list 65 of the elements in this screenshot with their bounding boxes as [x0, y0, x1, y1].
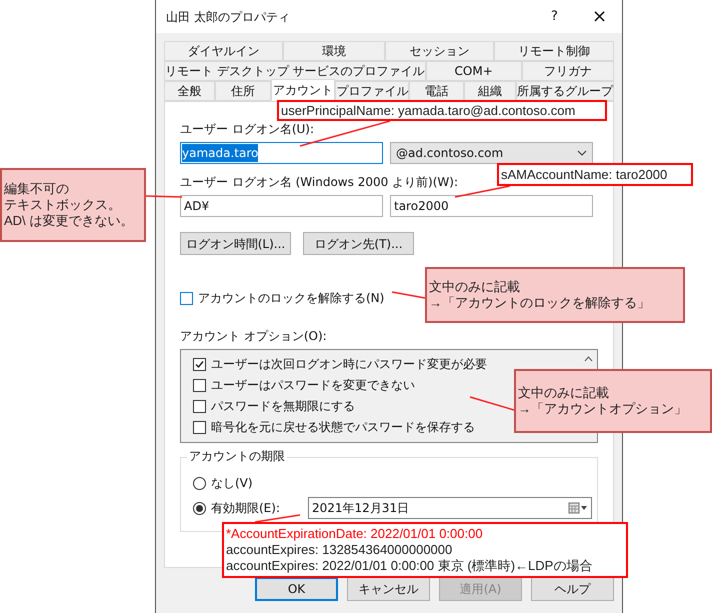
checkbox-label: ユーザーは次回ログオン時にパスワード変更が必要	[211, 357, 487, 371]
input-field[interactable]: taro2000	[390, 195, 593, 217]
annotation-text: 編集不可の	[4, 181, 69, 197]
radio-button[interactable]	[193, 502, 206, 514]
tab[interactable]: アカウント	[270, 79, 336, 101]
annotation-text: →「アカウントのロックを解除する」	[429, 295, 650, 311]
selected-text: yamada.taro	[182, 144, 258, 162]
tab[interactable]: リモート デスクトップ サービスのプロファイル	[164, 61, 426, 81]
tab[interactable]: 所属するグループ	[516, 81, 614, 101]
tab[interactable]: 組織	[464, 81, 516, 101]
dialog-button[interactable]: OK	[255, 577, 338, 601]
annotation-text: accountExpires: 2022/01/01 0:00:00 東京 (標準時)←LDPの場合	[226, 558, 592, 574]
tab[interactable]: フリガナ	[522, 61, 614, 81]
logon-button[interactable]: ログオン時間(L)...	[180, 232, 291, 255]
checkbox-label: パスワードを無期限にする	[211, 399, 355, 413]
leader-line	[146, 195, 182, 198]
dialog-button[interactable]: ヘルプ	[531, 577, 614, 601]
logon-button[interactable]: ログオン先(T)...	[303, 232, 414, 255]
radio-button[interactable]	[193, 476, 206, 490]
tab[interactable]: 住所	[215, 81, 271, 101]
checkbox-label: 暗号化を元に戻せる状態でパスワードを保存する	[211, 420, 475, 434]
annotation-text: userPrincipalName: yamada.taro@ad.contoso.com	[281, 102, 576, 118]
annotation-text: 文中のみに記載	[518, 385, 609, 401]
tab[interactable]: リモート制御	[494, 41, 614, 61]
annotation-text: accountExpires: 132854364000000000	[226, 542, 452, 558]
radio-label: なし(V)	[211, 475, 254, 492]
checkbox[interactable]	[193, 420, 206, 434]
tab[interactable]: ダイヤルイン	[164, 41, 284, 61]
close-button[interactable]: ×	[577, 0, 622, 33]
tab[interactable]: セッション	[384, 41, 494, 61]
checkbox[interactable]	[193, 400, 206, 412]
scroll-up-icon[interactable]	[584, 356, 593, 362]
field-label: ユーザー ログオン名 (Windows 2000 より前)(W):	[180, 175, 458, 190]
input-field: AD¥	[180, 195, 383, 217]
annotation-text: 文中のみに記載	[429, 279, 520, 295]
field-label: アカウント オプション(O):	[180, 329, 327, 344]
radio-label: 有効期限(E):	[211, 500, 281, 517]
annotation-text: →「アカウントオプション」	[518, 401, 687, 417]
dialog-button[interactable]: キャンセル	[347, 577, 430, 601]
window-title: 山田 太郎のプロパティ	[166, 8, 291, 26]
tab[interactable]: プロファイル	[335, 81, 410, 101]
chevron-down-icon	[577, 150, 587, 156]
tab[interactable]: 全般	[164, 81, 216, 101]
checkbox[interactable]	[180, 292, 193, 304]
group-title: アカウントの期限	[187, 450, 287, 462]
checkbox-label: アカウントのロックを解除する(N)	[198, 291, 384, 305]
checkbox[interactable]	[193, 358, 206, 370]
checkbox[interactable]	[193, 378, 206, 392]
leader-line	[392, 291, 426, 299]
calendar-icon	[568, 502, 588, 514]
annotation-text: *AccountExpirationDate: 2022/01/01 0:00:00	[226, 526, 483, 542]
input-field[interactable]: yamada.taro	[180, 142, 383, 164]
checkbox-label: ユーザーはパスワードを変更できない	[211, 378, 415, 392]
tab[interactable]: 電話	[409, 81, 464, 101]
tab[interactable]: COM+	[426, 61, 522, 81]
leader-line	[254, 514, 300, 523]
leader-line	[470, 396, 514, 411]
dropdown[interactable]: @ad.contoso.com	[390, 142, 593, 164]
help-button[interactable]: ?	[532, 0, 577, 33]
annotation-text: テキストボックス。	[4, 197, 121, 213]
annotation-text: AD\ は変更できない。	[4, 213, 134, 229]
annotation-text: sAMAccountName: taro2000	[501, 166, 668, 182]
tab[interactable]: 環境	[283, 41, 385, 61]
field-label: ユーザー ログオン名(U):	[180, 122, 314, 137]
date-picker[interactable]: 2021年12月31日	[308, 497, 592, 519]
